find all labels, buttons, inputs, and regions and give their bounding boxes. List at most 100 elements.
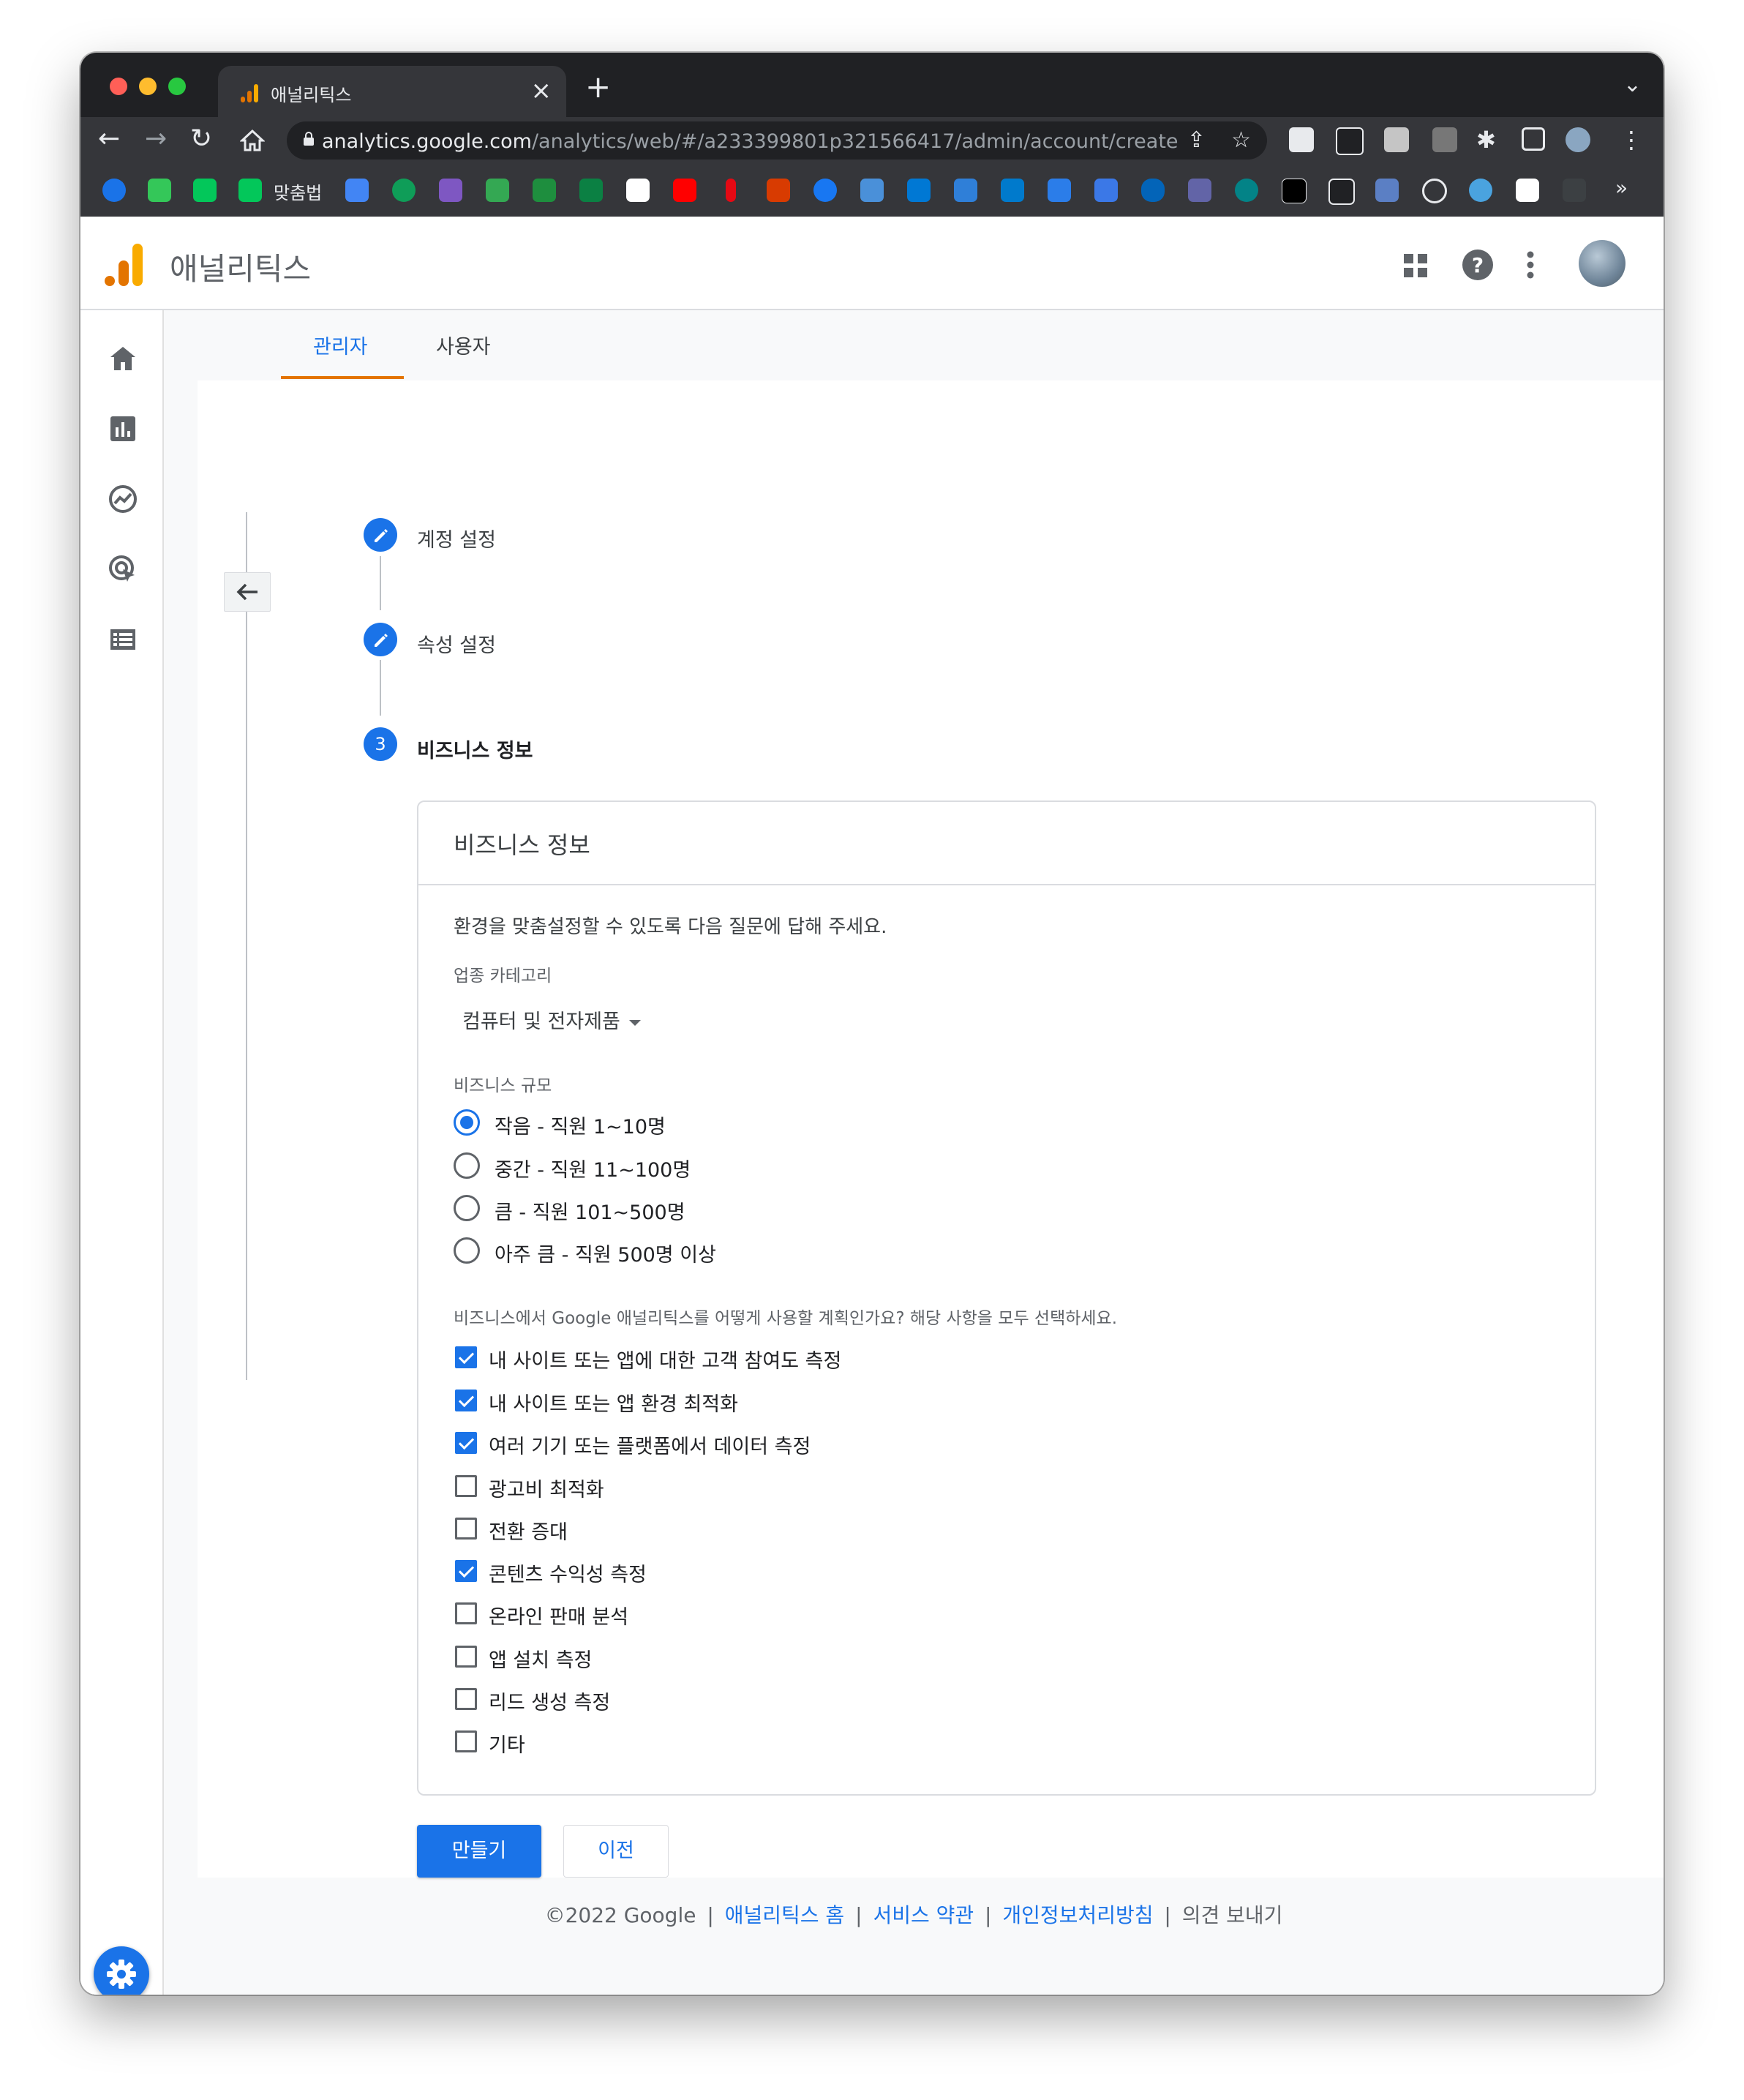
bookmark-2-icon[interactable] bbox=[148, 179, 171, 202]
usage-option-label: 콘텐츠 수익성 측정 bbox=[489, 1564, 647, 1586]
checkbox-checked-icon[interactable] bbox=[455, 1560, 477, 1582]
home-icon[interactable] bbox=[240, 129, 265, 152]
bookmark-10-icon[interactable] bbox=[579, 179, 603, 202]
puzzle-extensions-icon[interactable]: ✱ bbox=[1476, 126, 1496, 154]
tab-search-chevron-icon[interactable]: ⌄ bbox=[1623, 72, 1642, 97]
star-icon[interactable]: ☆ bbox=[1231, 127, 1251, 153]
bookmark-office-icon[interactable] bbox=[767, 179, 790, 202]
bookmark-9-icon[interactable] bbox=[533, 179, 556, 202]
bookmark-31-icon[interactable] bbox=[1563, 179, 1586, 202]
bookmark-spell-label[interactable]: 맞춤법 bbox=[274, 179, 322, 204]
radio-unselected-icon[interactable] bbox=[454, 1237, 480, 1264]
notion-extension-icon[interactable] bbox=[1336, 127, 1364, 155]
bookmark-medium-icon[interactable] bbox=[1282, 179, 1307, 203]
bookmark-sharepoint-icon[interactable] bbox=[1235, 179, 1258, 202]
bookmark-notion-icon[interactable] bbox=[626, 179, 650, 202]
profile-avatar-icon[interactable] bbox=[1566, 127, 1590, 152]
footer-link-analytics-home[interactable]: 애널리틱스 홈 bbox=[725, 1903, 844, 1927]
size-option-label: 중간 - 직원 11~100명 bbox=[495, 1159, 691, 1182]
bookmark-onedrive-icon[interactable] bbox=[1141, 179, 1165, 202]
bookmark-outlook-icon[interactable] bbox=[907, 179, 931, 202]
account-avatar[interactable] bbox=[1579, 240, 1625, 287]
bookmark-30-icon[interactable] bbox=[1516, 179, 1539, 202]
step-1-edit-badge[interactable] bbox=[364, 518, 397, 552]
checkbox-unchecked-icon[interactable] bbox=[455, 1646, 477, 1668]
industry-select[interactable]: 컴퓨터 및 전자제품 bbox=[462, 1005, 641, 1034]
extension-3-icon[interactable] bbox=[1384, 127, 1409, 152]
help-icon[interactable]: ? bbox=[1462, 249, 1494, 281]
bookmarks-overflow-chevron-icon[interactable]: » bbox=[1615, 176, 1628, 200]
footer-link-terms[interactable]: 서비스 약관 bbox=[873, 1903, 974, 1927]
bookmark-20-icon[interactable] bbox=[1048, 179, 1071, 202]
advertising-nav-icon[interactable] bbox=[107, 553, 139, 585]
checkbox-unchecked-icon[interactable] bbox=[455, 1730, 477, 1752]
zoom-window-button[interactable] bbox=[168, 78, 186, 95]
address-bar[interactable]: analytics.google.com/analytics/web/#/a23… bbox=[287, 121, 1267, 160]
footer-link-privacy[interactable]: 개인정보처리방침 bbox=[1002, 1903, 1153, 1927]
bookmark-1-icon[interactable] bbox=[102, 179, 126, 202]
admin-settings-button[interactable] bbox=[94, 1946, 149, 1995]
radio-unselected-icon[interactable] bbox=[454, 1195, 480, 1221]
close-window-button[interactable] bbox=[110, 78, 127, 95]
home-nav-icon[interactable] bbox=[107, 342, 139, 375]
bookmark-naver-icon[interactable] bbox=[193, 179, 217, 202]
bookmark-mail-icon[interactable] bbox=[1328, 179, 1355, 205]
checkbox-unchecked-icon[interactable] bbox=[455, 1518, 477, 1540]
create-button[interactable]: 만들기 bbox=[417, 1825, 541, 1878]
forward-arrow-icon[interactable]: → bbox=[145, 126, 167, 152]
extension-1-icon[interactable] bbox=[1289, 127, 1314, 152]
bookmark-28-icon[interactable] bbox=[1422, 179, 1447, 203]
more-vert-icon[interactable] bbox=[1526, 250, 1535, 280]
analytics-logo-icon[interactable] bbox=[104, 243, 143, 287]
bookmark-naver-spell-icon[interactable] bbox=[238, 179, 262, 202]
checkbox-unchecked-icon[interactable] bbox=[455, 1475, 477, 1497]
checkbox-checked-icon[interactable] bbox=[455, 1346, 477, 1368]
usage-label: 비즈니스에서 Google 애널리틱스를 어떻게 사용할 계획인가요? 해당 사… bbox=[454, 1309, 1118, 1328]
radio-selected-icon[interactable] bbox=[454, 1109, 480, 1136]
side-panel-icon[interactable] bbox=[1522, 127, 1545, 151]
bookmark-7-icon[interactable] bbox=[439, 179, 462, 202]
bookmark-27-icon[interactable] bbox=[1375, 179, 1399, 202]
back-button[interactable] bbox=[224, 572, 271, 612]
extension-4-icon[interactable] bbox=[1432, 127, 1457, 152]
step-2-edit-badge[interactable] bbox=[364, 623, 397, 656]
send-feedback-link[interactable]: 의견 보내기 bbox=[1182, 1903, 1283, 1927]
tab-users[interactable]: 사용자 bbox=[436, 331, 491, 359]
reload-icon[interactable]: ↻ bbox=[190, 126, 212, 152]
bookmark-facebook-icon[interactable] bbox=[813, 179, 837, 202]
minimize-window-button[interactable] bbox=[139, 78, 157, 95]
bookmark-21-icon[interactable] bbox=[1094, 179, 1118, 202]
bookmark-vscode-icon[interactable] bbox=[1001, 179, 1024, 202]
checkbox-unchecked-icon[interactable] bbox=[455, 1602, 477, 1624]
bookmark-teams-icon[interactable] bbox=[1188, 179, 1211, 202]
browser-menu-icon[interactable]: ⋮ bbox=[1620, 126, 1643, 154]
configure-nav-icon[interactable] bbox=[107, 623, 139, 656]
checkbox-unchecked-icon[interactable] bbox=[455, 1688, 477, 1710]
bookmark-azure-icon[interactable] bbox=[954, 179, 977, 202]
bookmark-16-icon[interactable] bbox=[860, 179, 884, 202]
card-title: 비즈니스 정보 bbox=[454, 831, 590, 859]
bookmark-youtube-icon[interactable] bbox=[673, 179, 696, 202]
share-icon[interactable]: ⇪ bbox=[1187, 127, 1206, 153]
bookmark-6-icon[interactable] bbox=[392, 179, 416, 202]
tab-admin[interactable]: 관리자 bbox=[313, 331, 368, 359]
back-arrow-icon[interactable]: ← bbox=[98, 126, 120, 152]
tab-close-icon[interactable]: × bbox=[531, 76, 552, 105]
bookmark-globe-icon[interactable] bbox=[1469, 179, 1492, 202]
bookmark-netflix-icon[interactable] bbox=[726, 179, 736, 202]
explore-nav-icon[interactable] bbox=[107, 483, 139, 515]
step-3-number: 3 bbox=[364, 727, 397, 761]
bookmark-8-icon[interactable] bbox=[486, 179, 509, 202]
bookmark-5-icon[interactable] bbox=[345, 179, 369, 202]
new-tab-button[interactable]: + bbox=[585, 72, 611, 102]
radio-unselected-icon[interactable] bbox=[454, 1152, 480, 1179]
step-connector bbox=[380, 556, 381, 610]
browser-tab[interactable]: 애널리틱스 × bbox=[218, 66, 566, 117]
previous-button[interactable]: 이전 bbox=[563, 1825, 669, 1878]
browser-toolbar: ← → ↻ analytics.google.com/analytics/web… bbox=[80, 117, 1664, 164]
apps-grid-icon[interactable] bbox=[1403, 253, 1428, 278]
reports-nav-icon[interactable] bbox=[107, 413, 139, 445]
size-option-label: 작음 - 직원 1~10명 bbox=[495, 1116, 666, 1139]
checkbox-checked-icon[interactable] bbox=[455, 1432, 477, 1454]
checkbox-checked-icon[interactable] bbox=[455, 1390, 477, 1411]
